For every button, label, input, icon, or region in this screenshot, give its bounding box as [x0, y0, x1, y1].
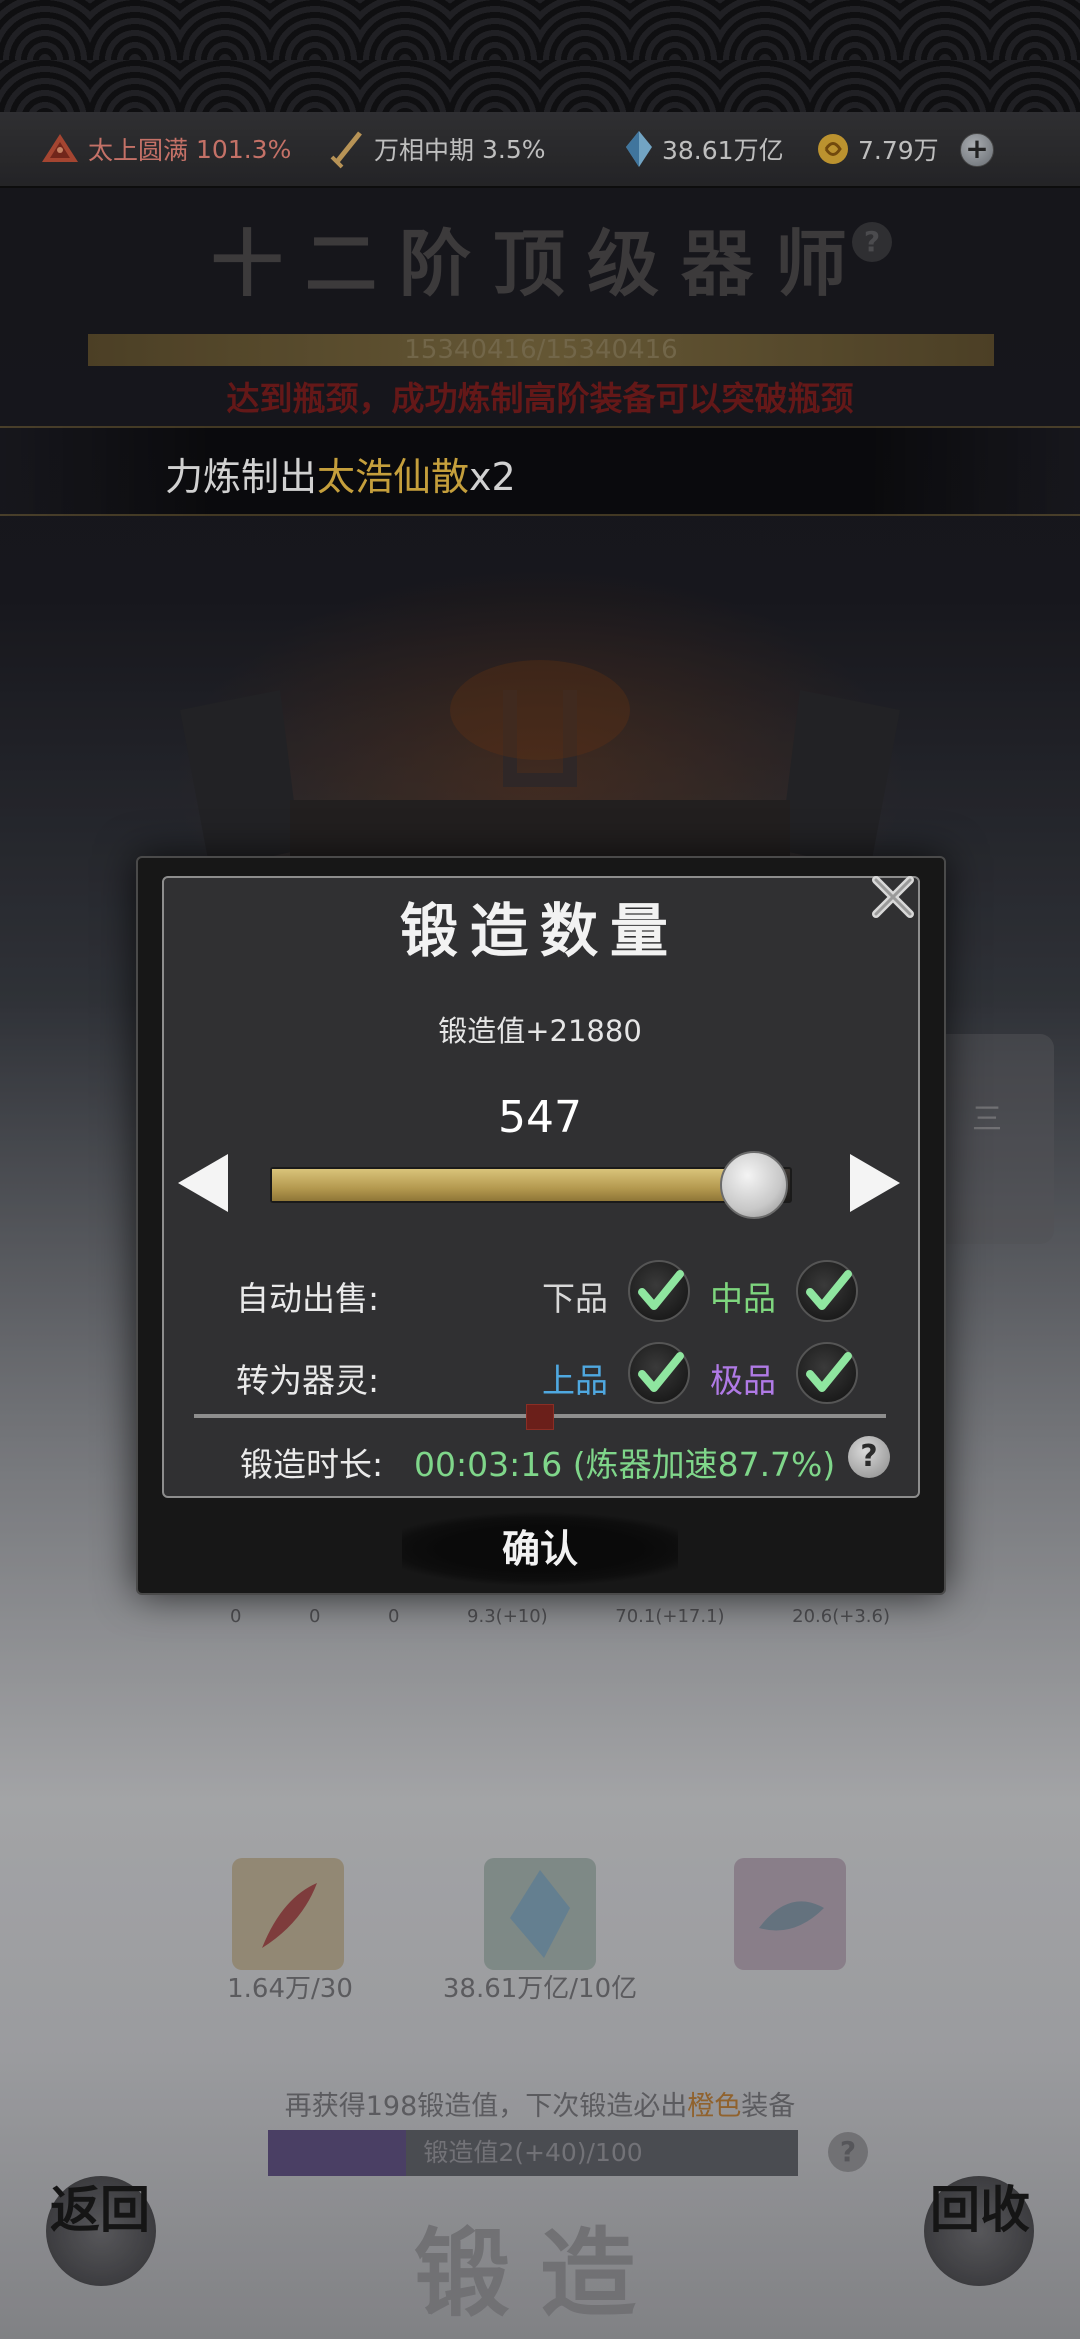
- decrease-arrow-icon[interactable]: [174, 1150, 230, 1216]
- grade-low-label: 下品: [542, 1279, 608, 1318]
- spirit-top-checkbox[interactable]: [796, 1342, 858, 1404]
- auto-sell-mid-checkbox[interactable]: [796, 1260, 858, 1322]
- checkmark-icon: [806, 1352, 852, 1392]
- grade-top-label: 极品: [710, 1361, 776, 1400]
- quantity-value: 547: [498, 1092, 582, 1143]
- close-icon[interactable]: [868, 872, 918, 922]
- grade-mid-label: 中品: [710, 1279, 776, 1318]
- grade-high-label: 上品: [542, 1361, 608, 1400]
- checkmark-icon: [638, 1352, 684, 1392]
- spirit-high-checkbox[interactable]: [628, 1342, 690, 1404]
- dialog-title: 锻造数量: [399, 897, 680, 965]
- auto-sell-label: 自动出售:: [236, 1279, 380, 1318]
- duration-help-icon[interactable]: ?: [848, 1436, 890, 1478]
- quantity-slider[interactable]: [270, 1167, 792, 1203]
- auto-sell-low-checkbox[interactable]: [628, 1260, 690, 1322]
- seal-icon: [526, 1404, 554, 1430]
- quantity-slider-thumb[interactable]: [719, 1151, 788, 1219]
- increase-arrow-icon[interactable]: [848, 1150, 904, 1216]
- forge-value-text: 锻造值+21880: [438, 1014, 642, 1048]
- to-spirit-label: 转为器灵:: [236, 1361, 380, 1400]
- confirm-button[interactable]: 确认: [402, 1512, 678, 1586]
- quantity-slider-fill: [272, 1169, 754, 1201]
- duration-value: 00:03:16 (炼器加速87.7%): [414, 1445, 836, 1484]
- checkmark-icon: [806, 1270, 852, 1310]
- duration-label: 锻造时长:: [240, 1445, 384, 1484]
- checkmark-icon: [638, 1270, 684, 1310]
